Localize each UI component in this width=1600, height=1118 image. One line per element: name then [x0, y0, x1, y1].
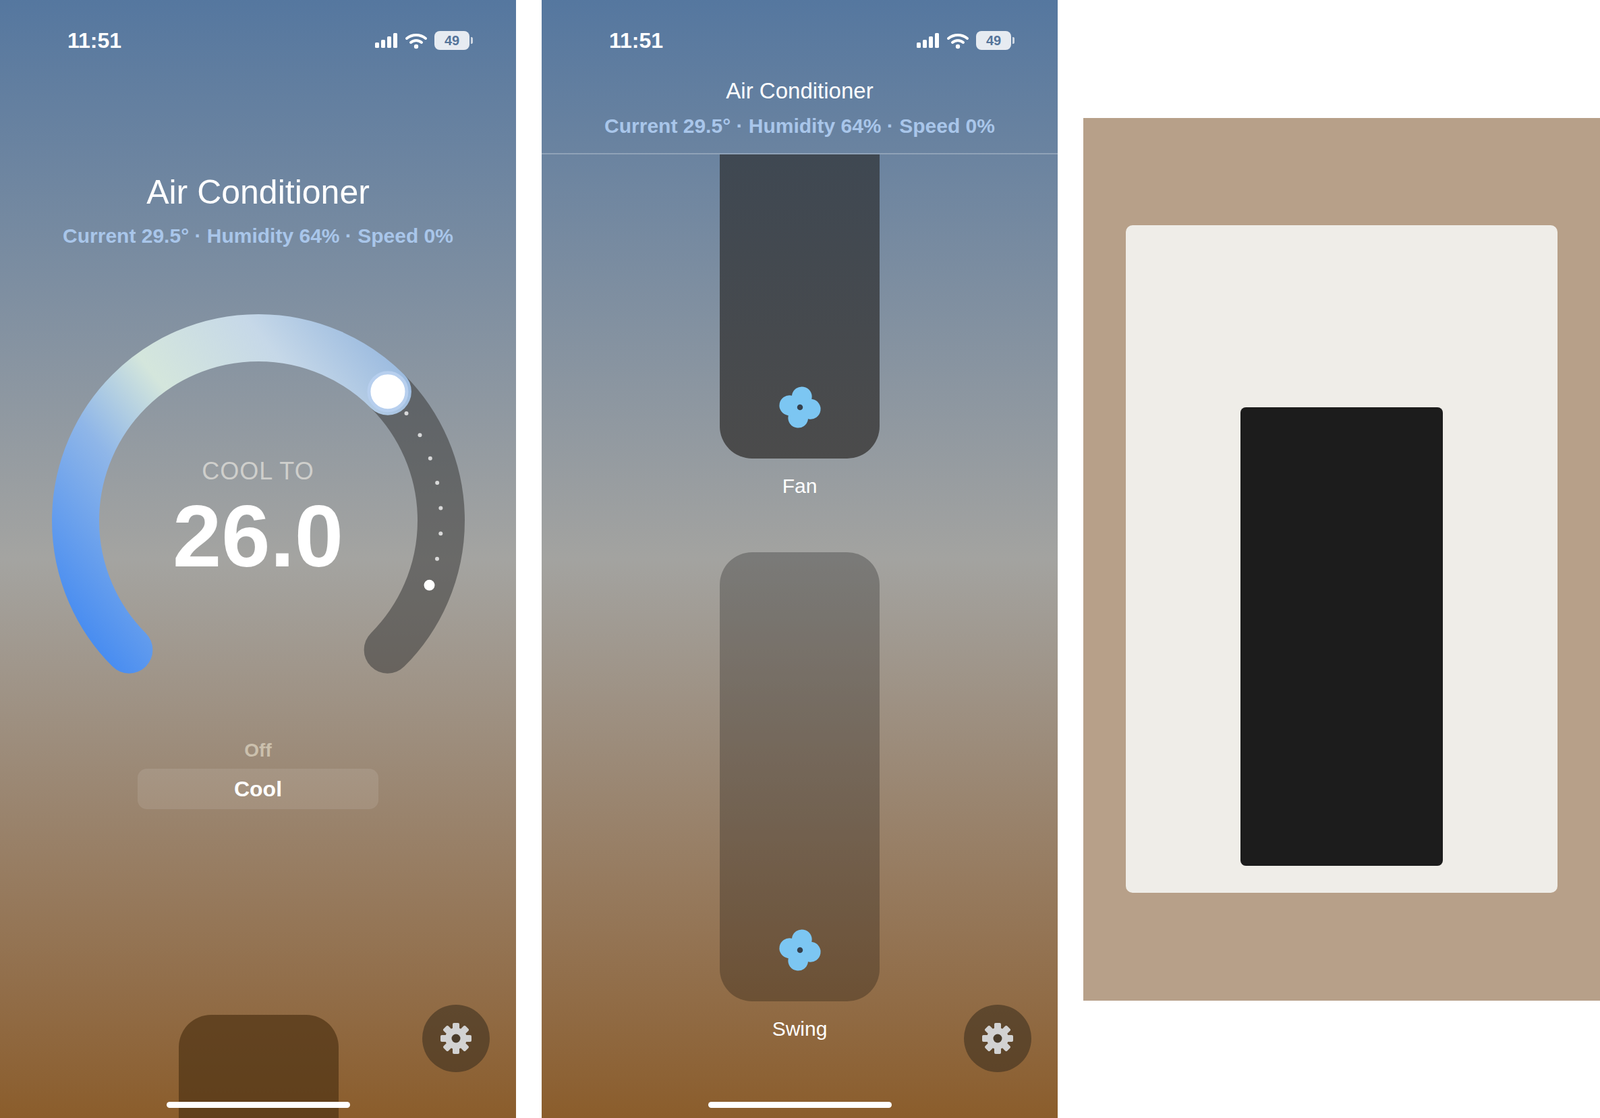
- dial-knob[interactable]: [368, 373, 407, 411]
- mode-option[interactable]: Cool: [137, 768, 379, 810]
- battery-nub: [470, 37, 473, 44]
- battery-icon: 49: [976, 31, 1015, 50]
- control-tile[interactable]: [719, 154, 880, 459]
- status-bar: 11:51 49: [541, 0, 1058, 56]
- mode-option[interactable]: Off: [137, 736, 379, 765]
- clock: 11:51: [67, 25, 122, 56]
- canvas: 11:51 49 Air Conditioner Current 29.5° ·…: [0, 0, 1600, 1118]
- screen-title: Air Conditioner: [725, 76, 873, 106]
- tile-label: Fan: [782, 472, 818, 500]
- fan-icon: [777, 384, 823, 431]
- clock: 11:51: [609, 25, 664, 56]
- dial-tick: [404, 411, 409, 416]
- dial-label: COOL TO: [201, 458, 314, 485]
- dial-tick: [435, 480, 440, 485]
- dial-tick: [438, 506, 443, 511]
- mode-picker: Off Cool: [137, 736, 379, 810]
- battery-body: 49: [976, 31, 1012, 50]
- screen-subtitle: Current 29.5° · Humidity 64% · Speed 0%: [604, 112, 995, 140]
- fan-icon: [777, 927, 823, 974]
- home-indicator: [166, 1102, 351, 1109]
- battery-level: 49: [444, 31, 460, 50]
- dial-fill: [75, 337, 388, 651]
- status-icons: 49: [916, 31, 1015, 50]
- wifi-icon: [946, 31, 970, 50]
- status-bar: 11:51 49: [0, 0, 517, 56]
- gear-icon: [439, 1022, 473, 1055]
- battery-nub: [1012, 37, 1015, 44]
- dial-readout: COOL TO 26.0: [51, 314, 465, 728]
- dial-tick: [427, 456, 432, 461]
- dial-tick: [438, 531, 443, 536]
- signal-icon: [916, 32, 940, 49]
- screen-subtitle: Current 29.5° · Humidity 64% · Speed 0%: [62, 222, 454, 250]
- wifi-icon: [404, 31, 428, 50]
- home-indicator: [708, 1102, 892, 1109]
- breadboard: [1125, 225, 1558, 894]
- current-temp-marker: [423, 580, 435, 591]
- settings-button[interactable]: [963, 1005, 1032, 1073]
- settings-button[interactable]: [422, 1005, 490, 1073]
- setpoint-value: 26.0: [172, 489, 344, 584]
- mode-label: Cool: [234, 773, 282, 806]
- fan-screen: 11:51 49 Air Conditioner Current 29.5° ·…: [541, 0, 1058, 1118]
- signal-icon: [375, 32, 398, 49]
- battery-body: 49: [434, 31, 470, 50]
- screen-title: Air Conditioner: [146, 172, 370, 213]
- battery-icon: 49: [434, 31, 473, 50]
- battery-level: 49: [986, 31, 1002, 50]
- status-icons: 49: [375, 31, 473, 50]
- dial-track: [387, 391, 441, 651]
- dial-tick: [434, 557, 439, 562]
- tile-label: Swing: [772, 1015, 828, 1043]
- breadboard-photo: [1083, 118, 1600, 1002]
- tile-list: Fan Swing: [719, 154, 880, 1043]
- thermostat-screen: 11:51 49 Air Conditioner Current 29.5° ·…: [0, 0, 517, 1118]
- mode-label: Off: [244, 736, 272, 765]
- esp32-board: [1240, 407, 1443, 867]
- gear-icon: [981, 1022, 1014, 1055]
- temperature-dial[interactable]: COOL TO 26.0: [51, 314, 465, 728]
- dial-tick: [417, 433, 422, 438]
- control-tile[interactable]: [719, 552, 880, 1002]
